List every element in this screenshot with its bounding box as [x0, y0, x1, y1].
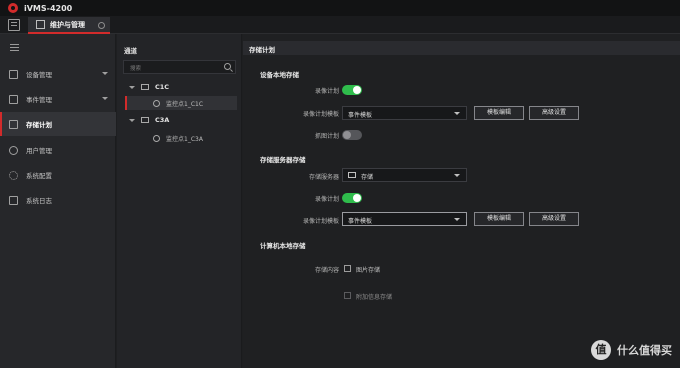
control-panel-icon[interactable]	[8, 19, 20, 31]
sidebar-item-system-config[interactable]: 系统配置	[0, 163, 116, 187]
server-record-schedule-label: 录像计划	[314, 196, 339, 203]
sidebar-item-event-management[interactable]: 事件管理	[0, 87, 116, 111]
watermark-text: 什么值得买	[617, 344, 672, 357]
camera-icon	[153, 134, 160, 142]
extra-info-label: 附加信息存储	[356, 294, 393, 301]
sidebar-item-label: 事件管理	[26, 96, 52, 104]
event-icon	[9, 94, 18, 104]
log-icon	[9, 195, 18, 205]
advanced-settings-button[interactable]: 高级设置	[529, 106, 579, 120]
channel-search-input[interactable]: 搜索	[123, 60, 236, 74]
channel-panel: 通道 搜索 C1C 监控点1_C1C C3A 监控点1_C3A	[117, 34, 242, 368]
server-icon	[348, 172, 356, 178]
search-placeholder: 搜索	[130, 66, 142, 72]
server-record-template-select[interactable]: 事件模板	[342, 212, 467, 226]
server-record-schedule-toggle[interactable]	[342, 193, 362, 203]
chevron-down-icon	[102, 72, 108, 75]
select-value: 事件模板	[348, 112, 373, 119]
picture-storage-checkbox[interactable]	[344, 265, 351, 272]
sidebar-item-user-management[interactable]: 用户管理	[0, 138, 116, 162]
camera-icon	[153, 99, 160, 107]
section-storage-server: 存储服务器存储	[260, 156, 306, 164]
page-title: 存储计划	[249, 46, 275, 54]
gear-icon	[9, 170, 18, 180]
chevron-down-icon	[102, 97, 108, 100]
group-label: C1C	[155, 83, 170, 91]
record-schedule-toggle[interactable]	[342, 85, 362, 95]
panel-header: 存储计划	[243, 41, 680, 55]
template-edit-button[interactable]: 模板编辑	[474, 106, 524, 120]
menu-toggle-icon[interactable]	[10, 44, 19, 51]
picture-storage-label: 图片存储	[356, 267, 381, 274]
tree-camera-c1c[interactable]: 监控点1_C1C	[125, 96, 237, 110]
tree-camera-c3a[interactable]: 监控点1_C3A	[153, 131, 203, 145]
tab-label: 维护与管理	[50, 20, 85, 29]
tab-maintenance[interactable]: 维护与管理	[28, 17, 110, 34]
folder-icon	[141, 84, 149, 90]
chevron-down-icon	[454, 112, 460, 115]
tab-bar: 维护与管理	[0, 16, 680, 34]
storage-schedule-panel: 存储计划 设备本地存储 录像计划 录像计划模板 事件模板 模板编辑 高级设置 抓…	[243, 34, 680, 368]
storage-server-label: 存储服务器	[308, 174, 339, 181]
sidebar-item-system-log[interactable]: 系统日志	[0, 188, 116, 212]
search-icon[interactable]	[224, 63, 231, 70]
record-template-select[interactable]: 事件模板	[342, 106, 467, 120]
sidebar-item-storage-schedule[interactable]: 存储计划	[0, 112, 116, 136]
camera-label: 监控点1_C1C	[166, 100, 204, 108]
select-value: 事件模板	[348, 218, 373, 225]
sidebar-item-device-management[interactable]: 设备管理	[0, 62, 116, 86]
sidebar: 设备管理 事件管理 存储计划 用户管理 系统配置 系统日志	[0, 34, 116, 368]
group-label: C3A	[155, 116, 170, 124]
tree-group-c1c[interactable]: C1C	[129, 80, 169, 94]
chevron-down-icon	[454, 218, 460, 221]
section-pc-local: 计算机本地存储	[260, 242, 306, 250]
storage-icon	[9, 119, 18, 129]
record-template-label: 录像计划模板	[302, 111, 339, 118]
watermark-badge: 值	[591, 340, 611, 360]
server-advanced-settings-button[interactable]: 高级设置	[529, 212, 579, 226]
select-value: 存储	[361, 174, 374, 181]
maintenance-icon	[36, 20, 45, 29]
sidebar-item-label: 系统日志	[26, 197, 52, 205]
server-template-edit-button[interactable]: 模板编辑	[474, 212, 524, 226]
watermark: 值 什么值得买	[591, 340, 672, 360]
title-bar: iVMS-4200	[0, 0, 680, 16]
capture-schedule-label: 抓图计划	[314, 133, 339, 140]
extra-info-checkbox[interactable]	[344, 292, 351, 299]
record-schedule-label: 录像计划	[314, 88, 339, 95]
sidebar-item-label: 系统配置	[26, 172, 52, 180]
chevron-down-icon	[454, 174, 460, 177]
storage-server-select[interactable]: 存储	[342, 168, 467, 182]
camera-label: 监控点1_C3A	[166, 135, 203, 143]
sidebar-item-label: 存储计划	[26, 121, 52, 129]
expand-caret-icon[interactable]	[129, 118, 135, 122]
sidebar-item-label: 用户管理	[26, 147, 52, 155]
channel-panel-title: 通道	[124, 47, 137, 55]
sidebar-item-label: 设备管理	[26, 71, 52, 79]
close-tab-icon[interactable]	[98, 22, 105, 29]
app-title: iVMS-4200	[24, 3, 73, 13]
folder-icon	[141, 117, 149, 123]
server-record-template-label: 录像计划模板	[302, 218, 339, 225]
expand-caret-icon[interactable]	[129, 85, 135, 89]
device-icon	[9, 69, 18, 79]
app-logo-icon	[8, 3, 18, 13]
capture-schedule-toggle[interactable]	[342, 130, 362, 140]
section-device-local: 设备本地存储	[260, 71, 299, 79]
tree-group-c3a[interactable]: C3A	[129, 113, 169, 127]
storage-content-label: 存储内容	[314, 267, 339, 274]
user-icon	[9, 145, 18, 155]
